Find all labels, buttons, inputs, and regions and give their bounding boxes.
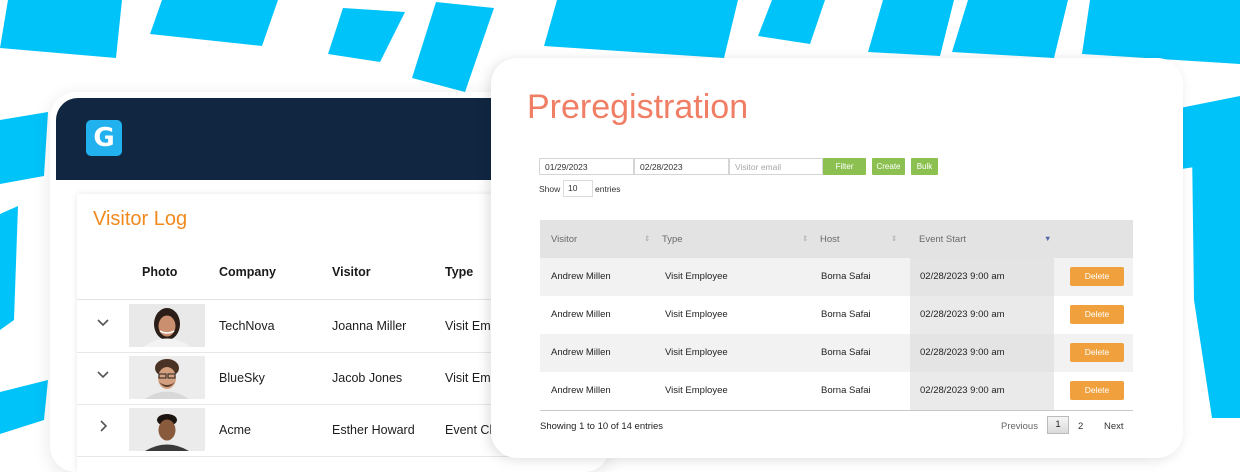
sort-icon[interactable]: ⇕ — [891, 234, 897, 243]
host-cell: Borna Safai — [821, 271, 871, 282]
delete-button[interactable]: Delete — [1070, 305, 1124, 324]
type-cell: Visit Employee — [665, 309, 728, 320]
avatar — [129, 408, 205, 451]
column-header-host[interactable]: Host — [820, 234, 840, 245]
chevron-right-icon[interactable] — [95, 418, 111, 434]
visitor-cell: Andrew Millen — [551, 385, 611, 396]
avatar — [129, 304, 205, 347]
show-label: Show — [539, 184, 561, 194]
type-cell: Event Ch — [445, 423, 497, 437]
type-cell: Visit Emp — [445, 371, 498, 385]
event-start-cell: 02/28/2023 9:00 am — [920, 271, 1005, 282]
company-cell: BlueSky — [219, 371, 265, 385]
delete-button[interactable]: Delete — [1070, 381, 1124, 400]
filter-button[interactable]: Filter — [823, 158, 866, 175]
next-page-button[interactable]: Next — [1104, 421, 1124, 432]
table-row[interactable]: Andrew Millen Visit Employee Borna Safai… — [540, 296, 1133, 334]
sort-desc-icon[interactable]: ▼ — [1044, 234, 1051, 243]
avatar — [129, 356, 205, 399]
table-footer-divider — [540, 410, 1133, 411]
company-cell: Acme — [219, 423, 251, 437]
visitor-cell: Esther Howard — [332, 423, 415, 437]
table-row[interactable]: Andrew Millen Visit Employee Borna Safai… — [540, 258, 1133, 296]
sort-icon[interactable]: ⇕ — [644, 234, 650, 243]
column-header-type[interactable]: Type — [662, 234, 683, 245]
chevron-down-icon[interactable] — [95, 366, 111, 382]
event-start-cell: 02/28/2023 9:00 am — [920, 385, 1005, 396]
visitor-cell: Jacob Jones — [332, 371, 403, 385]
column-header-company[interactable]: Company — [219, 265, 276, 279]
visitor-cell: Andrew Millen — [551, 271, 611, 282]
host-cell: Borna Safai — [821, 309, 871, 320]
entries-label: entries — [595, 184, 621, 194]
host-cell: Borna Safai — [821, 385, 871, 396]
table-row[interactable]: Andrew Millen Visit Employee Borna Safai… — [540, 334, 1133, 372]
date-to-input[interactable]: 02/28/2023 — [634, 158, 729, 175]
visitor-cell: Andrew Millen — [551, 309, 611, 320]
company-cell: TechNova — [219, 319, 275, 333]
page-button-current[interactable]: 1 — [1047, 416, 1069, 434]
visitor-cell: Andrew Millen — [551, 347, 611, 358]
column-header-visitor[interactable]: Visitor — [551, 234, 577, 245]
visitor-email-input[interactable]: Visitor email — [729, 158, 823, 175]
table-row[interactable]: Andrew Millen Visit Employee Borna Safai… — [540, 372, 1133, 410]
entries-select[interactable]: 10 — [563, 180, 593, 197]
type-cell: Visit Employee — [665, 347, 728, 358]
event-start-cell: 02/28/2023 9:00 am — [920, 347, 1005, 358]
column-header-visitor[interactable]: Visitor — [332, 265, 371, 279]
chevron-down-icon[interactable] — [95, 314, 111, 330]
delete-button[interactable]: Delete — [1070, 343, 1124, 362]
logo-icon[interactable]: G — [86, 120, 122, 156]
pagination-info: Showing 1 to 10 of 14 entries — [540, 421, 664, 432]
page-button[interactable]: 2 — [1078, 421, 1083, 432]
type-cell: Visit Employee — [665, 271, 728, 282]
visitor-log-title: Visitor Log — [93, 208, 188, 230]
preregistration-card: Preregistration 01/29/2023 02/28/2023 Vi… — [491, 58, 1183, 458]
type-cell: Visit Employee — [665, 385, 728, 396]
event-start-cell: 02/28/2023 9:00 am — [920, 309, 1005, 320]
previous-page-button[interactable]: Previous — [1001, 421, 1038, 432]
page-title: Preregistration — [527, 88, 749, 126]
bulk-button[interactable]: Bulk — [911, 158, 938, 175]
host-cell: Borna Safai — [821, 347, 871, 358]
delete-button[interactable]: Delete — [1070, 267, 1124, 286]
column-header-event-start[interactable]: Event Start — [919, 234, 966, 245]
column-header-type[interactable]: Type — [445, 265, 473, 279]
table-header: Visitor ⇕ Type ⇕ Host ⇕ Event Start ▼ — [540, 220, 1133, 258]
visitor-cell: Joanna Miller — [332, 319, 407, 333]
type-cell: Visit Emp — [445, 319, 498, 333]
create-button[interactable]: Create — [872, 158, 905, 175]
sort-icon[interactable]: ⇕ — [802, 234, 808, 243]
date-from-input[interactable]: 01/29/2023 — [539, 158, 634, 175]
column-header-photo[interactable]: Photo — [142, 265, 177, 279]
